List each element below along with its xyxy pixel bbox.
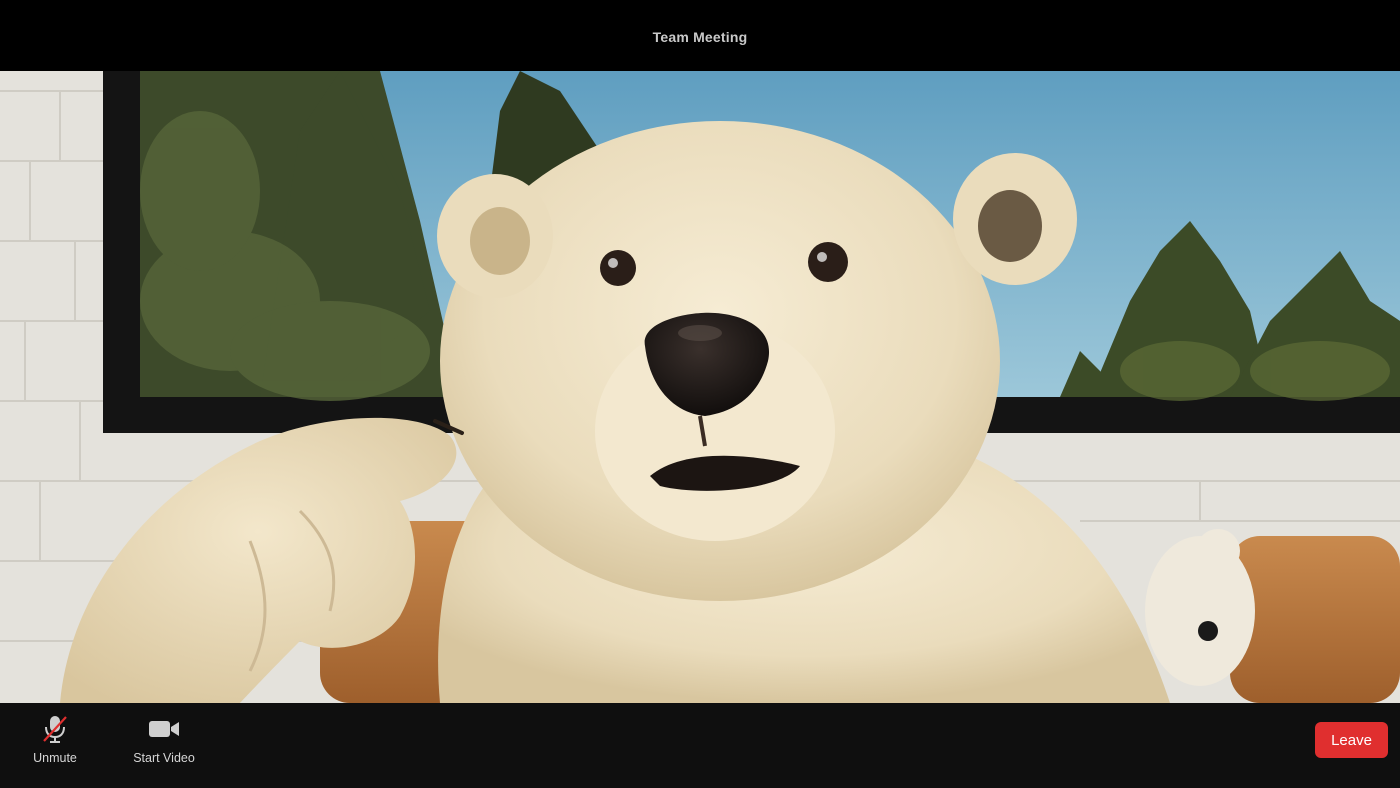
participant-video[interactable]	[0, 71, 1400, 703]
start-video-button[interactable]: Start Video	[124, 713, 204, 775]
meeting-toolbar: Unmute Start Video Leave	[0, 703, 1400, 788]
mic-muted-icon	[37, 713, 73, 745]
unmute-button[interactable]: Unmute	[24, 713, 86, 775]
leave-button[interactable]: Leave	[1315, 722, 1388, 758]
start-video-label: Start Video	[133, 751, 195, 765]
unmute-label: Unmute	[33, 751, 77, 765]
video-frame-illustration	[0, 71, 1400, 703]
meeting-title: Team Meeting	[652, 28, 748, 45]
video-camera-icon	[146, 713, 182, 745]
meeting-app: Team Meeting Unmute Start Video Leave	[0, 0, 1400, 788]
title-bar: Team Meeting	[0, 0, 1400, 71]
